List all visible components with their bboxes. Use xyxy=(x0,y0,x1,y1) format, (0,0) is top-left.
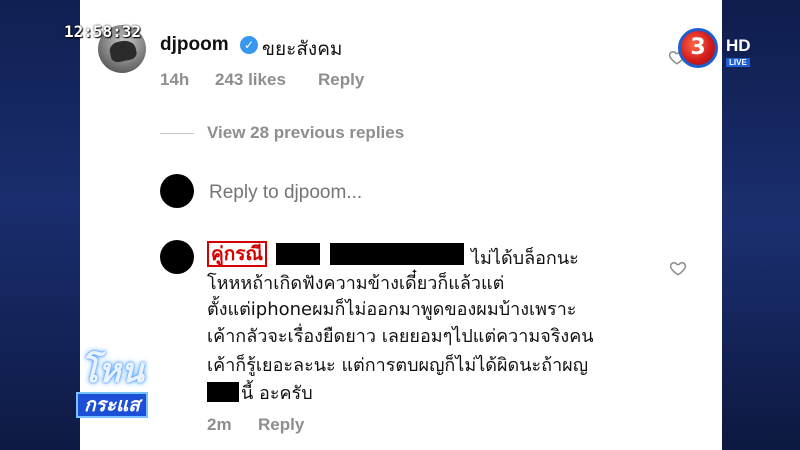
view-replies-divider xyxy=(160,133,194,134)
comment2-line: เค้าก็รู้เยอะละนะ แต่การตบผญก็ไม่ได้ผิดน… xyxy=(207,355,589,376)
redaction-bar xyxy=(207,382,239,402)
comment2-heart-icon[interactable] xyxy=(669,259,687,277)
comment2-line: เค้ากลัวจะเรื่องยืดยาว เลยยอมๆไปแต่ความจ… xyxy=(207,326,594,347)
redaction-bar xyxy=(330,243,464,265)
comment1-text: ขยะสังคม xyxy=(262,38,343,60)
show-logo: โหน กระแส xyxy=(58,352,166,424)
channel-3-logo: 3 xyxy=(678,28,718,68)
comment1-reply-button[interactable]: Reply xyxy=(318,70,364,90)
tv-background-right xyxy=(722,0,800,450)
reply-input[interactable] xyxy=(207,181,491,205)
broadcast-clock: 12:58:32 xyxy=(64,22,142,41)
live-badge: LIVE xyxy=(726,58,750,67)
instagram-comments-panel xyxy=(80,0,722,450)
comment2-reply-button[interactable]: Reply xyxy=(258,415,304,435)
hd-label: HD xyxy=(726,36,751,55)
comment2-username[interactable]: คู่กรณี xyxy=(207,241,268,267)
comment1-likes[interactable]: 243 likes xyxy=(215,70,286,90)
comment2-line: โหหหถ้าเกิดฟังความข้างเดี๋ยวก็แล้วแต่ xyxy=(207,273,505,294)
redaction-bar xyxy=(276,243,320,265)
comment2-line: ตั้งแต่iphoneผมก็ไม่ออกมาพูดของผมบ้างเพร… xyxy=(207,299,577,320)
comment2-avatar[interactable] xyxy=(160,240,194,274)
verified-badge-icon: ✓ xyxy=(240,36,258,54)
view-previous-replies-link[interactable]: View 28 previous replies xyxy=(207,123,404,143)
comment1-time: 14h xyxy=(160,70,190,89)
comment1-username[interactable]: djpoom xyxy=(160,34,229,56)
reply-avatar xyxy=(160,174,194,208)
comment2-line: นี้ อะครับ xyxy=(241,383,313,404)
comment2-time: 2m xyxy=(207,415,232,434)
show-logo-line1: โหน xyxy=(80,351,144,391)
show-logo-line2: กระแส xyxy=(76,392,148,418)
